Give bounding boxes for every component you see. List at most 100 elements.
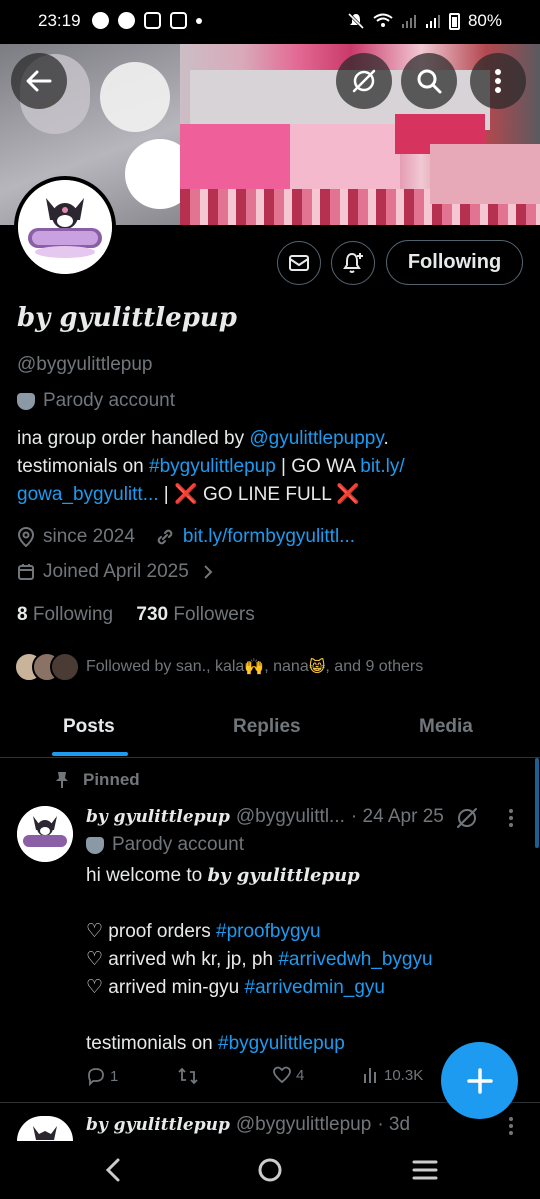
back-button[interactable] bbox=[11, 53, 67, 109]
pinned-indicator: Pinned bbox=[55, 770, 140, 790]
banner-plush-2 bbox=[100, 62, 170, 132]
bio-text: | bbox=[158, 484, 175, 505]
post-avatar[interactable] bbox=[17, 806, 73, 862]
repost-action[interactable] bbox=[177, 1066, 199, 1086]
tab-replies[interactable]: Replies bbox=[233, 716, 301, 738]
post-author-handle[interactable]: @bygyulittl... bbox=[236, 806, 345, 828]
calendar-icon bbox=[18, 564, 34, 580]
post-line: ♡ arrived min-gyu #arrivedmin_gyu bbox=[86, 974, 433, 1002]
location-text: since 2024 bbox=[43, 526, 135, 547]
post-text: ♡ proof orders bbox=[86, 921, 217, 942]
joined-row[interactable]: Joined April 2025 bbox=[17, 561, 215, 583]
follow-counts: 8 Following 730 Followers bbox=[17, 604, 255, 626]
scrollbar[interactable] bbox=[535, 758, 539, 848]
bio-hashtag-link[interactable]: #bygyulittlepup bbox=[149, 456, 276, 477]
profile-avatar[interactable] bbox=[14, 176, 116, 278]
battery-percent: 80% bbox=[467, 11, 502, 30]
pin-icon bbox=[56, 772, 68, 788]
followed-by-text-2: , nana bbox=[264, 658, 309, 675]
post-line: testimonials on #bygyulittlepup bbox=[86, 1030, 433, 1058]
reply-count: 1 bbox=[110, 1067, 119, 1085]
status-right: 80% bbox=[347, 11, 502, 31]
search-icon bbox=[417, 69, 442, 94]
nav-home-icon[interactable] bbox=[257, 1157, 283, 1183]
pinned-label: Pinned bbox=[83, 770, 140, 789]
more-options-button[interactable] bbox=[470, 53, 526, 109]
like-count: 4 bbox=[296, 1066, 305, 1084]
post-line: ♡ proof orders #proofbygyu bbox=[86, 918, 433, 946]
following-count-link[interactable]: 8 Following bbox=[17, 604, 113, 625]
post-header: by gyulittlepup @bygyulittl... · 24 Apr … bbox=[86, 806, 506, 828]
parody-mask-icon bbox=[17, 392, 35, 410]
followed-by-row[interactable]: Followed by san., kala 🙌 , nana 😸 , and … bbox=[14, 652, 423, 682]
post-line: hi welcome to by gyulittlepup bbox=[86, 862, 433, 890]
hands-emoji-icon: 🙌 bbox=[244, 659, 265, 676]
status-bar: 23:19 80% bbox=[0, 0, 540, 44]
chevron-right-icon bbox=[204, 565, 213, 579]
reply-icon bbox=[88, 1068, 104, 1086]
post-more-icon[interactable] bbox=[508, 808, 514, 828]
profile-tabs: Posts Replies Media bbox=[0, 700, 540, 758]
bio-mention-link[interactable]: @gyulittlepuppy bbox=[249, 428, 383, 449]
bell-plus-icon bbox=[343, 252, 363, 273]
cat-emoji-icon: 😸 bbox=[308, 659, 326, 676]
whatsapp-icon bbox=[92, 12, 109, 29]
signal-icon bbox=[401, 15, 416, 28]
post-text: testimonials on bbox=[86, 1033, 219, 1054]
nav-recents-icon[interactable] bbox=[412, 1159, 438, 1181]
search-button[interactable] bbox=[401, 53, 457, 109]
hashtag-link[interactable]: #proofbygyu bbox=[216, 921, 321, 942]
post-more-icon[interactable] bbox=[508, 1116, 514, 1136]
profile-handle: @bygyulittlepup bbox=[17, 354, 153, 375]
following-button[interactable]: Following bbox=[386, 240, 523, 285]
nav-back-icon[interactable] bbox=[104, 1157, 122, 1183]
post-author-name[interactable]: by gyulittlepup bbox=[86, 807, 230, 827]
message-button[interactable] bbox=[277, 241, 321, 285]
following-label: Following bbox=[32, 604, 114, 625]
notification-icons bbox=[92, 12, 202, 29]
post-date[interactable]: · 3d bbox=[377, 1114, 410, 1136]
kuromi-logo-small bbox=[17, 806, 73, 862]
parody-mask-icon bbox=[86, 836, 104, 854]
tab-posts[interactable]: Posts bbox=[63, 716, 115, 738]
post-spacer bbox=[86, 1002, 433, 1030]
mail-icon bbox=[289, 255, 309, 271]
bio-wa-link[interactable]: bit.ly/ bbox=[360, 456, 404, 477]
joined-text: Joined April 2025 bbox=[43, 561, 189, 582]
mute-icon bbox=[347, 12, 365, 30]
compose-post-button[interactable] bbox=[441, 1042, 518, 1119]
followers-count: 730 bbox=[136, 604, 169, 625]
bio-line-1: ina group order handled by @gyulittlepup… bbox=[17, 425, 527, 453]
bio-wa-link-cont[interactable]: gowa_bygyulitt... bbox=[17, 484, 159, 505]
kuromi-logo bbox=[18, 180, 112, 274]
heart-icon bbox=[273, 1066, 291, 1084]
views-count: 10.3K bbox=[384, 1066, 424, 1084]
active-tab-indicator bbox=[52, 752, 128, 756]
followers-count-link[interactable]: 730 Followers bbox=[136, 604, 254, 625]
hashtag-link[interactable]: #bygyulittlepup bbox=[218, 1033, 345, 1054]
post-avatar[interactable] bbox=[17, 1116, 73, 1141]
like-action[interactable]: 4 bbox=[272, 1066, 304, 1084]
hashtag-link[interactable]: #arrivedwh_bygyu bbox=[278, 949, 432, 970]
system-navigation-bar bbox=[0, 1141, 540, 1199]
more-vertical-icon bbox=[495, 69, 501, 93]
post-author-name[interactable]: by gyulittlepup bbox=[86, 1115, 230, 1135]
kuromi-logo-small bbox=[17, 1116, 73, 1141]
grok-icon[interactable] bbox=[455, 806, 479, 830]
followers-label: Followers bbox=[173, 604, 255, 625]
tab-media[interactable]: Media bbox=[419, 716, 473, 738]
cross-mark-icon: ❌ bbox=[174, 484, 198, 505]
hashtag-link[interactable]: #arrivedmin_gyu bbox=[245, 977, 385, 998]
plus-icon bbox=[466, 1067, 493, 1094]
post-author-handle[interactable]: @bygyulittlepup bbox=[236, 1114, 371, 1136]
bio-line-2: testimonials on #bygyulittlepup | GO WA … bbox=[17, 453, 527, 481]
website-link[interactable]: bit.ly/formbygyulittl... bbox=[183, 526, 355, 548]
instagram-icon-2 bbox=[170, 12, 187, 29]
post-date[interactable]: · 24 Apr 25 bbox=[351, 806, 444, 828]
views-action[interactable]: 10.3K bbox=[362, 1066, 423, 1084]
reply-action[interactable]: 1 bbox=[86, 1066, 118, 1086]
bio-text: testimonials on bbox=[17, 456, 150, 477]
grok-button[interactable] bbox=[336, 53, 392, 109]
notifications-subscribe-button[interactable] bbox=[331, 241, 375, 285]
parody-label: Parody account bbox=[17, 390, 175, 412]
